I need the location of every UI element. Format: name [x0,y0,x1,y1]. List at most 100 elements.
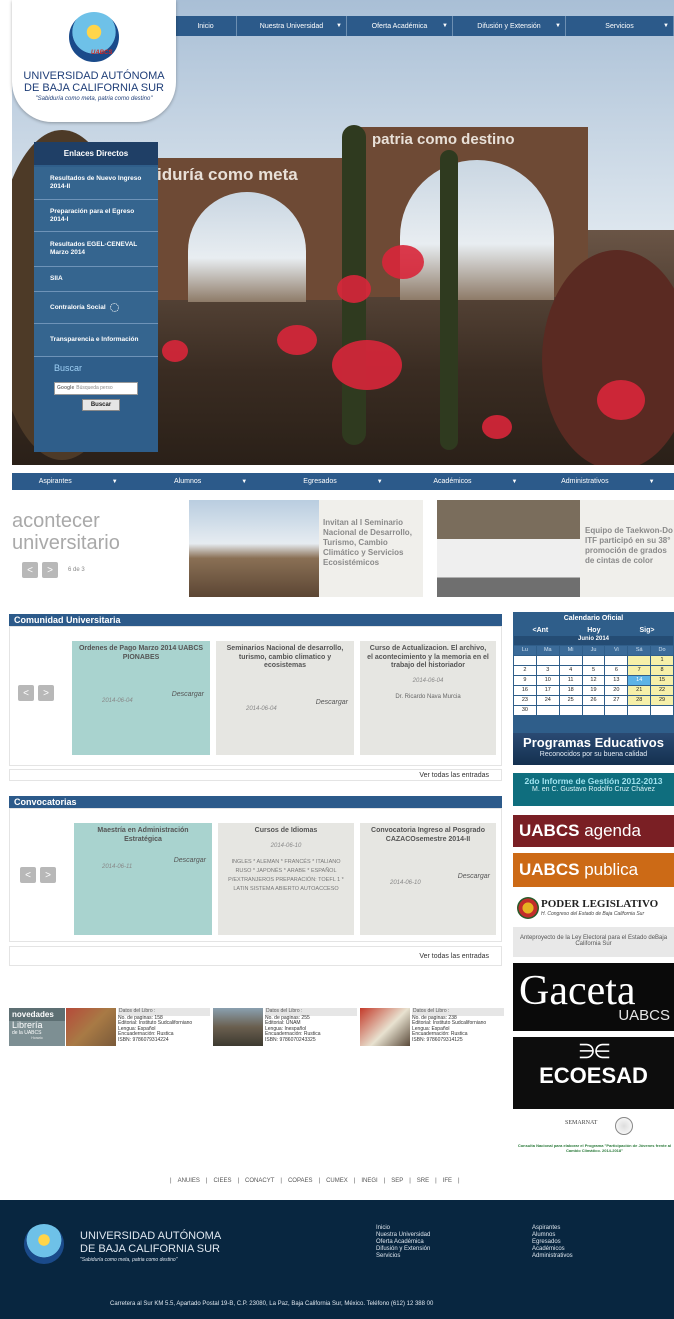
footer-link[interactable]: Nuestra Universidad [376,1232,430,1239]
calendar-day[interactable]: 16 [514,686,536,695]
enlace-siia[interactable]: SIIA [34,267,158,292]
prev-arrow-icon[interactable]: < [20,867,36,883]
uabcs-agenda-banner[interactable]: UABCS agenda [513,815,674,847]
poder-legislativo-banner[interactable]: PODER LEGISLATIVO H. Congreso del Estado… [513,893,674,925]
calendar-day[interactable]: 22 [651,686,673,695]
link-copaes[interactable]: COPAES [288,1178,313,1184]
calendar-day[interactable]: 26 [582,696,605,705]
card-seminarios[interactable]: Seminarios Nacional de desarrollo, turis… [216,641,354,755]
calendar-day[interactable]: 1 [651,656,673,665]
footer-link[interactable]: Difusión y Extensión [376,1246,430,1253]
nav2-alumnos[interactable]: Alumnos ▼ [144,473,276,490]
news-item-seminario[interactable]: Invitan al I Seminario Nacional de Desar… [189,500,423,597]
calendar-day[interactable]: 24 [536,696,559,705]
link-anuies[interactable]: ANUIES [178,1178,200,1184]
uabcs-publica-banner[interactable]: UABCS publica [513,853,674,887]
topnav-oferta-academica[interactable]: Oferta Académica ▼ [347,16,453,36]
calendar-day[interactable]: 12 [582,676,605,685]
book-item[interactable]: Datos del Libro : No. de paginas: 158 Ed… [66,1008,212,1046]
book-item[interactable]: Datos del Libro : No. de paginas: 238 Ed… [360,1008,506,1046]
informe-gestion-banner[interactable]: 2do Informe de Gestión 2012-2013 M. en C… [513,773,674,806]
topnav-difusion-extension[interactable]: Difusión y Extensión ▼ [453,16,566,36]
footer-link[interactable]: Alumnos [532,1232,573,1239]
calendar-day[interactable]: 7 [628,666,651,675]
search-input[interactable]: Google Búsqueda perso [54,382,138,395]
enlace-resultados-nuevo-ingreso[interactable]: Resultados de Nuevo Ingreso 2014-II [34,167,158,200]
link-conacyt[interactable]: CONACYT [245,1178,274,1184]
download-link[interactable]: Descargar [172,691,204,700]
ver-todas-link[interactable]: Ver todas las entradas [419,953,489,960]
footer-link[interactable]: Aspirantes [532,1225,573,1232]
calendar-day[interactable]: 2 [514,666,536,675]
next-arrow-icon[interactable]: > [42,562,58,578]
book-item[interactable]: Datos del Libro : No. de paginas: 255 Ed… [213,1008,359,1046]
calendar-day[interactable]: 17 [536,686,559,695]
download-link[interactable]: Descargar [458,873,490,882]
calendar-day[interactable]: 21 [628,686,651,695]
calendar-day[interactable]: 20 [605,686,628,695]
footer-link[interactable]: Oferta Académica [376,1239,430,1246]
calendar-day[interactable]: 18 [559,686,582,695]
calendar-day[interactable]: 30 [514,706,536,715]
calendar-day[interactable]: 10 [536,676,559,685]
footer-link[interactable]: Académicos [532,1246,573,1253]
card-curso-actualizacion[interactable]: Curso de Actualizacion. El archivo, el a… [360,641,496,755]
footer-link[interactable]: Servicios [376,1253,430,1260]
prev-arrow-icon[interactable]: < [22,562,38,578]
nav2-aspirantes[interactable]: Aspirantes ▼ [12,473,144,490]
link-sep[interactable]: SEP [391,1178,403,1184]
card-ordenes-pago[interactable]: Ordenes de Pago Marzo 2014 UABCS PIONABE… [72,641,210,755]
link-cumex[interactable]: CUMEX [326,1178,348,1184]
enlace-transparencia[interactable]: Transparencia e Información [34,324,158,357]
search-button[interactable]: Buscar [82,399,120,411]
next-arrow-icon[interactable]: > [40,867,56,883]
calendar-day[interactable]: 19 [582,686,605,695]
enlace-contraloria-social[interactable]: Contraloría Social [34,292,158,324]
nav2-administrativos[interactable]: Administrativos ▼ [542,473,674,490]
link-ife[interactable]: IFE [443,1178,452,1184]
calendar-day[interactable]: 11 [559,676,582,685]
programas-educativos-banner[interactable]: Programas Educativos Reconocidos por su … [513,733,674,765]
ecoesad-banner[interactable]: ∋∈ ECOESAD [513,1037,674,1109]
calendar-today-button[interactable]: Hoy [587,627,600,634]
card-maestria[interactable]: Maestría en Administración Estratégica 2… [74,823,212,935]
calendar-day[interactable]: 5 [582,666,605,675]
gaceta-banner[interactable]: Gaceta UABCS [513,963,674,1031]
footer-link[interactable]: Egresados [532,1239,573,1246]
calendar-day[interactable]: 3 [536,666,559,675]
topnav-inicio[interactable]: Inicio [175,16,237,36]
calendar-day[interactable]: 8 [651,666,673,675]
calendar-prev-button[interactable]: <Ant [533,627,549,634]
link-sre[interactable]: SRE [417,1178,429,1184]
download-link[interactable]: Descargar [174,857,206,866]
nav2-egresados[interactable]: Egresados ▼ [277,473,409,490]
nav2-academicos[interactable]: Académicos ▼ [409,473,541,490]
calendar-day[interactable]: 23 [514,696,536,705]
news-item-taekwondo[interactable]: Equipo de Taekwon-Do ITF participó en su… [437,500,674,597]
link-inegi[interactable]: INEGI [361,1178,377,1184]
calendar-day[interactable]: 28 [628,696,651,705]
calendar-day[interactable]: 27 [605,696,628,705]
download-link[interactable]: Descargar [316,699,348,708]
calendar-day-today[interactable]: 14 [628,676,651,685]
semarnat-banner[interactable]: SEMARNAT Consulta Nacional para elaborar… [513,1113,674,1173]
prev-arrow-icon[interactable]: < [18,685,34,701]
topnav-nuestra-universidad[interactable]: Nuestra Universidad ▼ [237,16,347,36]
card-cursos-idiomas[interactable]: Cursos de Idiomas 2014-06-10 INGLES * AL… [218,823,354,935]
calendar-day[interactable]: 6 [605,666,628,675]
topnav-servicios[interactable]: Servicios ▼ [566,16,674,36]
footer-link[interactable]: Inicio [376,1225,430,1232]
ver-todas-link[interactable]: Ver todas las entradas [419,772,489,779]
calendar-day[interactable]: 15 [651,676,673,685]
calendar-day[interactable]: 13 [605,676,628,685]
calendar-next-button[interactable]: Sig> [639,627,654,634]
libreria-logo[interactable]: novedades Librería de la UABCS Horario [9,1008,65,1046]
enlace-preparacion-egreso[interactable]: Preparación para el Egreso 2014-I [34,200,158,232]
calendar-day[interactable]: 25 [559,696,582,705]
anteproyecto-link[interactable]: Anteproyecto de la Ley Electoral para el… [513,927,674,957]
footer-link[interactable]: Administrativos [532,1253,573,1260]
calendar-day[interactable]: 4 [559,666,582,675]
calendar-day[interactable]: 9 [514,676,536,685]
next-arrow-icon[interactable]: > [38,685,54,701]
university-logo[interactable]: UABCS UNIVERSIDAD AUTÓNOMA DE BAJA CALIFO… [12,0,176,122]
